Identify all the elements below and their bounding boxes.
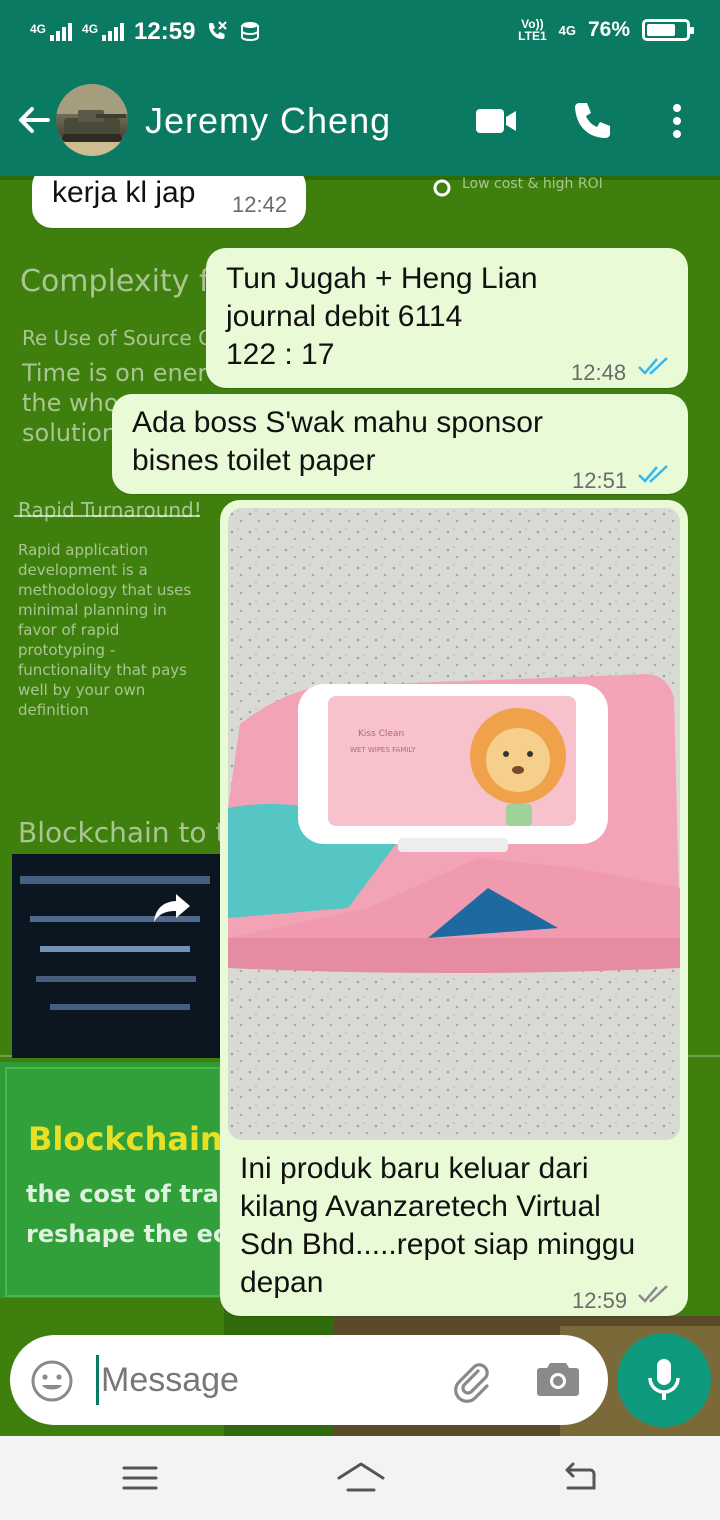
- battery-percent: 76%: [587, 18, 630, 41]
- message-bubble-outgoing-image[interactable]: Kiss Clean WET WIPES FAMILY Ini produk b…: [220, 500, 688, 1316]
- wallpaper-text: Complexity fo: [20, 264, 228, 299]
- read-receipt-icon: [638, 465, 668, 483]
- menu-icon[interactable]: [118, 1458, 162, 1498]
- emoji-icon[interactable]: [30, 1359, 74, 1403]
- message-bubble-outgoing[interactable]: Ada boss S'wak mahu sponsor bisnes toile…: [112, 394, 688, 494]
- mic-button[interactable]: [617, 1333, 711, 1427]
- camera-icon[interactable]: [536, 1359, 580, 1399]
- lte-label: LTE1: [518, 29, 547, 43]
- delivered-receipt-icon: [638, 1285, 668, 1303]
- battery-icon: [642, 19, 694, 41]
- data-saver-icon: [241, 22, 260, 42]
- chat-area[interactable]: Complexity fo Re Use of Source C Time is…: [0, 176, 720, 1436]
- message-time: 12:59: [572, 1288, 628, 1313]
- phone-icon[interactable]: [570, 98, 616, 144]
- chat-header: Jeremy Cheng: [0, 66, 720, 176]
- network-label: 4G: [558, 22, 576, 38]
- signal-icon: 4G: [82, 22, 125, 41]
- avatar-image: [56, 84, 128, 156]
- svg-text:Kiss Clean: Kiss Clean: [358, 729, 404, 739]
- message-composer: [10, 1335, 608, 1425]
- wifi-call-icon: [209, 21, 228, 39]
- wallpaper-text: Rapid application development is a methodo…: [18, 541, 192, 719]
- network-label: 4G: [82, 22, 99, 36]
- image-attachment[interactable]: Kiss Clean WET WIPES FAMILY: [228, 508, 680, 1140]
- message-text: Ini produk baru keluar dari kilang Avanz…: [240, 1152, 636, 1299]
- video-call-icon[interactable]: [474, 98, 520, 144]
- message-text: kerja kl jap: [52, 176, 196, 209]
- home-icon[interactable]: [336, 1458, 386, 1498]
- wallpaper-text: Rapid Turnaround!: [18, 498, 202, 522]
- back-arrow-icon[interactable]: [14, 100, 54, 140]
- attach-icon[interactable]: [448, 1357, 494, 1403]
- message-input[interactable]: [96, 1355, 426, 1405]
- volte-indicator: Vo)) LTE1: [518, 18, 546, 42]
- message-bubble-outgoing[interactable]: Tun Jugah + Heng Lian journal debit 6114…: [206, 248, 688, 388]
- message-time: 12:48: [571, 360, 627, 385]
- message-time: 12:51: [572, 468, 628, 493]
- mic-icon: [648, 1359, 680, 1400]
- system-nav-bar: [0, 1436, 720, 1520]
- message-text: Ada boss S'wak mahu sponsor bisnes toile…: [132, 406, 543, 477]
- wallpaper-text: the cost of trans reshape the eco: [26, 1180, 251, 1248]
- wallpaper-text: Low cost & high ROI: [462, 176, 603, 192]
- battery-fill: [647, 24, 675, 36]
- network-label: 4G: [30, 22, 47, 36]
- contact-name[interactable]: Jeremy Cheng: [145, 100, 391, 142]
- status-bar: 4G 4G 12:59 Vo)) LTE1 4G 76%: [0, 0, 720, 66]
- avatar[interactable]: [56, 84, 128, 156]
- back-icon[interactable]: [558, 1458, 602, 1498]
- clock: 12:59: [134, 18, 196, 45]
- svg-text:WET WIPES FAMILY: WET WIPES FAMILY: [350, 746, 416, 754]
- message-text: Tun Jugah + Heng Lian journal debit 6114…: [226, 262, 538, 371]
- more-options-icon[interactable]: [654, 98, 700, 144]
- signal-icon: 4G: [30, 22, 73, 41]
- read-receipt-icon: [638, 357, 668, 375]
- wallpaper-text: Blockchain to th: [18, 816, 245, 849]
- message-time: 12:42: [232, 192, 288, 217]
- forward-icon[interactable]: [150, 888, 194, 928]
- wallpaper-text: Re Use of Source C: [22, 326, 213, 350]
- wet-wipes-photo: Kiss Clean WET WIPES FAMILY: [228, 508, 680, 1140]
- message-bubble-incoming[interactable]: kerja kl jap 12:42: [32, 176, 306, 228]
